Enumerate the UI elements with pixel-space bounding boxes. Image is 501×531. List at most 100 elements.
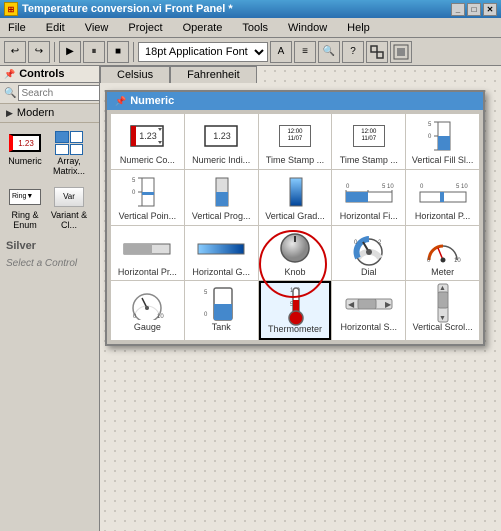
- maximize-button[interactable]: □: [467, 3, 481, 16]
- toolbar-stop-btn[interactable]: ■: [107, 41, 129, 63]
- palette-item-meter[interactable]: 0 10 Meter: [406, 226, 479, 281]
- canvas-area[interactable]: Celsius Fahrenheit 📌 Numeric 1.23: [100, 66, 501, 531]
- canvas-tabs: Celsius Fahrenheit: [100, 66, 257, 83]
- palette-item-vgradient[interactable]: Vertical Grad...: [259, 170, 332, 225]
- palette-item-label: Horizontal Pr...: [118, 267, 177, 278]
- vfill-slider-icon: 5 0: [418, 117, 468, 155]
- menu-tools[interactable]: Tools: [238, 20, 272, 36]
- toolbar-font-size-btn[interactable]: A: [270, 41, 292, 63]
- menu-bar: File Edit View Project Operate Tools Win…: [0, 18, 501, 38]
- list-item[interactable]: Ring▼ Ring & Enum: [4, 181, 46, 233]
- window-controls[interactable]: _ □ ✕: [451, 3, 497, 16]
- toolbar-run-btn[interactable]: ▶: [59, 41, 81, 63]
- toolbar-pause-btn[interactable]: ⏸: [83, 41, 105, 63]
- numeric-palette-header: 📌 Numeric: [107, 92, 483, 110]
- knob-icon: [270, 229, 320, 267]
- toolbar-align-btn[interactable]: ≡: [294, 41, 316, 63]
- category-modern[interactable]: ▶ Modern: [0, 104, 99, 123]
- palette-item-label: Horizontal Fi...: [340, 211, 398, 222]
- palette-item-timestamp-indicator[interactable]: 12:0011/07 Time Stamp ...: [332, 114, 405, 169]
- item-label: Array, Matrix...: [50, 157, 88, 177]
- toolbar-extra1[interactable]: [366, 41, 388, 63]
- svg-text:5: 5: [204, 290, 208, 296]
- palette-item-label: Meter: [431, 267, 454, 278]
- palette-item-numeric-indicator[interactable]: 1.23 Numeric Indi...: [185, 114, 258, 169]
- palette-item-label: Vertical Scrol...: [413, 322, 473, 333]
- toolbar-help-btn[interactable]: ?: [342, 41, 364, 63]
- list-item[interactable]: Array, Matrix...: [48, 127, 90, 179]
- menu-help[interactable]: Help: [343, 20, 374, 36]
- svg-text:0: 0: [428, 134, 432, 140]
- main-area: 📌 Controls 🔍 ▶ Modern 1.23 Numeric: [0, 66, 501, 531]
- palette-item-hprogress[interactable]: Horizontal Pr...: [111, 226, 184, 281]
- svg-text:0: 0: [132, 190, 136, 196]
- controls-panel-title: Controls: [19, 68, 64, 80]
- svg-text:10: 10: [454, 258, 461, 264]
- palette-item-gauge[interactable]: 0 10 Gauge: [111, 281, 184, 340]
- menu-project[interactable]: Project: [124, 20, 166, 36]
- close-button[interactable]: ✕: [483, 3, 497, 16]
- numeric-palette: 📌 Numeric 1.23 Num: [105, 90, 485, 346]
- tab-celsius[interactable]: Celsius: [100, 66, 170, 83]
- palette-item-vprogress[interactable]: Vertical Prog...: [185, 170, 258, 225]
- toolbar-sep-2: [133, 42, 134, 62]
- svg-text:▲: ▲: [439, 285, 446, 292]
- palette-item-hscroll[interactable]: ◀ ▶ Horizontal S...: [332, 281, 405, 340]
- controls-panel: 📌 Controls 🔍 ▶ Modern 1.23 Numeric: [0, 66, 100, 531]
- title-bar: ⊞ Temperature conversion.vi Front Panel …: [0, 0, 501, 18]
- palette-item-tank[interactable]: 5 0 Tank: [185, 281, 258, 340]
- toolbar-extra2[interactable]: [390, 41, 412, 63]
- modern-items-grid: 1.23 Numeric Array, Matrix...: [0, 123, 99, 237]
- list-item[interactable]: Var Variant & Cl...: [48, 181, 90, 233]
- palette-item-vscroll[interactable]: ▲ ▼ Vertical Scrol...: [406, 281, 479, 340]
- palette-item-timestamp-control[interactable]: 12:0011/07 Time Stamp ...: [259, 114, 332, 169]
- palette-item-label: Horizontal P...: [415, 211, 470, 222]
- menu-operate[interactable]: Operate: [179, 20, 227, 36]
- palette-item-knob[interactable]: Knob: [259, 226, 332, 281]
- select-control-label: Select a Control: [0, 255, 99, 272]
- toolbar: ↩ ↪ ▶ ⏸ ■ 18pt Application Font A ≡ 🔍 ?: [0, 38, 501, 66]
- numeric-icon: 1.23: [7, 129, 43, 157]
- expand-modern-icon: ▶: [6, 108, 13, 119]
- toolbar-sep-1: [54, 42, 55, 62]
- panel-header: 📌 Controls: [0, 66, 99, 83]
- palette-item-hpoint-slider[interactable]: 0 5 10 Horizontal P...: [406, 170, 479, 225]
- svg-text:▶: ▶: [385, 300, 392, 309]
- palette-item-label: Horizontal S...: [341, 322, 398, 333]
- palette-item-dial[interactable]: 0 2 Dial: [332, 226, 405, 281]
- toolbar-search-btn[interactable]: 🔍: [318, 41, 340, 63]
- menu-edit[interactable]: Edit: [42, 20, 69, 36]
- palette-item-hfill-slider[interactable]: 0 5 10 Horizontal Fi...: [332, 170, 405, 225]
- palette-item-label: Dial: [361, 267, 377, 278]
- menu-window[interactable]: Window: [284, 20, 331, 36]
- svg-text:0: 0: [420, 184, 424, 190]
- tab-fahrenheit[interactable]: Fahrenheit: [170, 66, 257, 83]
- array-matrix-icon: [51, 129, 87, 157]
- palette-item-label: Numeric Co...: [120, 155, 175, 166]
- palette-item-thermometer[interactable]: 100 50 Thermometer: [259, 281, 332, 340]
- hscroll-icon: ◀ ▶: [344, 284, 394, 322]
- minimize-button[interactable]: _: [451, 3, 465, 16]
- numeric-palette-title: Numeric: [130, 95, 174, 107]
- svg-text:0: 0: [204, 312, 208, 318]
- vscroll-icon: ▲ ▼: [418, 284, 468, 322]
- palette-item-numeric-control[interactable]: 1.23 Numeric Co...: [111, 114, 184, 169]
- svg-text:◀: ◀: [348, 300, 355, 309]
- search-input[interactable]: [18, 85, 100, 101]
- numeric-control-icon: 1.23: [122, 117, 172, 155]
- toolbar-forward-btn[interactable]: ↪: [28, 41, 50, 63]
- font-selector[interactable]: 18pt Application Font: [138, 42, 268, 62]
- menu-file[interactable]: File: [4, 20, 30, 36]
- palette-item-hgradient[interactable]: Horizontal G...: [185, 226, 258, 281]
- toolbar-back-btn[interactable]: ↩: [4, 41, 26, 63]
- window-title: Temperature conversion.vi Front Panel *: [22, 3, 447, 15]
- ring-enum-icon: Ring▼: [7, 183, 43, 211]
- palette-item-vpoint-slider[interactable]: 5 0 Vertical Poin...: [111, 170, 184, 225]
- vprogress-icon: [196, 173, 246, 211]
- palette-item-label: Vertical Grad...: [265, 211, 325, 222]
- list-item[interactable]: 1.23 Numeric: [4, 127, 46, 179]
- menu-view[interactable]: View: [81, 20, 113, 36]
- item-label: Variant & Cl...: [50, 211, 88, 231]
- palette-item-vfill-slider[interactable]: 5 0 Vertical Fill Sl...: [406, 114, 479, 169]
- hgradient-icon: [196, 229, 246, 267]
